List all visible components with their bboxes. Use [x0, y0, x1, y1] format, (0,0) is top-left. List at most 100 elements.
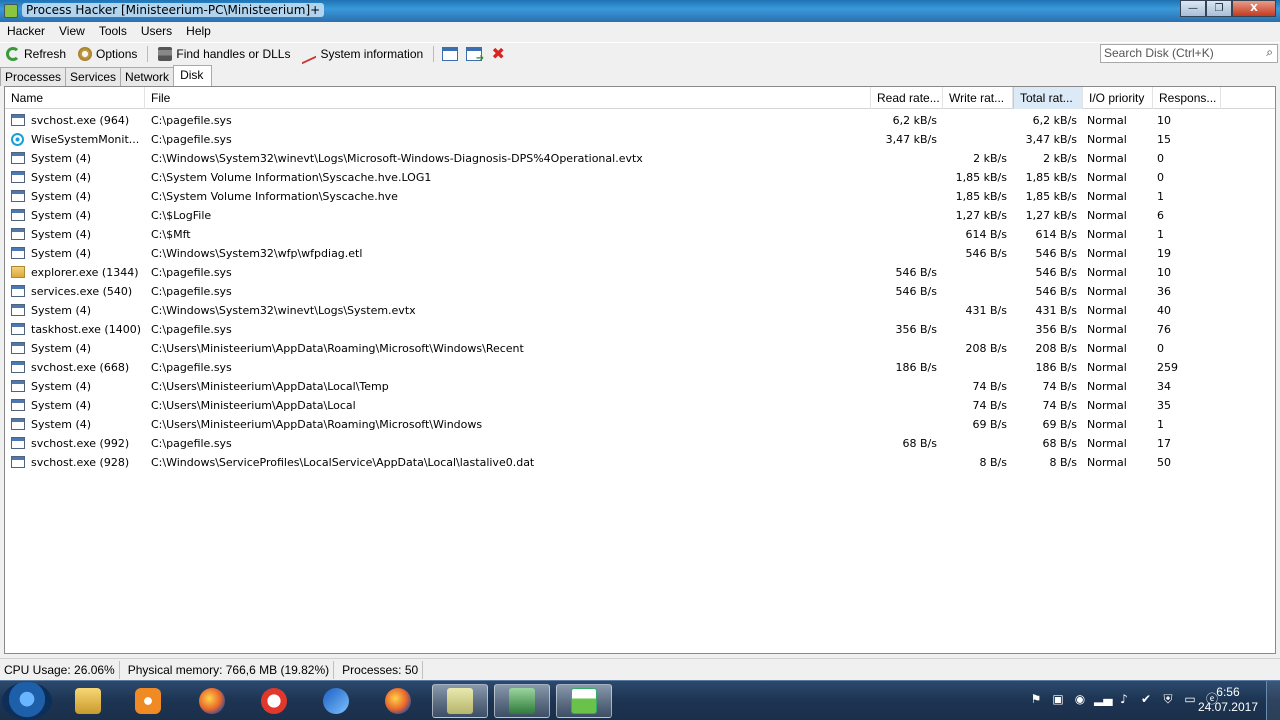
- row-name: System (4): [31, 209, 92, 222]
- disk-list[interactable]: Name File Read rate... Write rat... Tota…: [4, 86, 1276, 654]
- table-row[interactable]: services.exe (540) C:\pagefile.sys 546 B/s…: [5, 282, 1275, 301]
- window-icon: [11, 437, 25, 449]
- window-icon[interactable]: [442, 46, 459, 61]
- taskbar-explorer[interactable]: [60, 684, 116, 718]
- column-total-rate[interactable]: Total rat...: [1013, 87, 1083, 109]
- minimize-button[interactable]: —: [1180, 0, 1206, 17]
- physical-memory: Physical memory: 766,6 MB (19.82%): [124, 660, 335, 679]
- tab-services[interactable]: Services: [65, 67, 122, 86]
- table-row[interactable]: svchost.exe (928) C:\Windows\ServiceProfi…: [5, 453, 1275, 472]
- table-row[interactable]: WiseSystemMonit... C:\pagefile.sys 3,47 kB…: [5, 130, 1275, 149]
- system-tray: ⚑ ▣ ◉ ▂▄ ♪ ✔ ⛨ ▭ ⓔ: [1028, 691, 1220, 707]
- firefox-icon: [199, 688, 225, 714]
- taskbar-firefox-2[interactable]: [370, 684, 426, 718]
- window-icon: [11, 209, 25, 221]
- close-icon[interactable]: ✖: [490, 45, 506, 61]
- column-write-rate[interactable]: Write rat...: [943, 87, 1013, 109]
- taskbar-firefox[interactable]: [184, 684, 240, 718]
- table-row[interactable]: taskhost.exe (1400) C:\pagefile.sys 356 B/…: [5, 320, 1275, 339]
- column-file[interactable]: File: [145, 87, 871, 109]
- close-button[interactable]: X: [1232, 0, 1276, 17]
- table-row[interactable]: System (4) C:\Users\Ministeerium\AppData\…: [5, 415, 1275, 434]
- window-icon: [11, 171, 25, 183]
- menu-tools[interactable]: Tools: [92, 22, 134, 41]
- table-row[interactable]: System (4) C:\Users\Ministeerium\AppData\…: [5, 377, 1275, 396]
- taskbar-system-monitor[interactable]: [494, 684, 550, 718]
- row-io-priority: Normal: [1087, 342, 1127, 355]
- find-window-icon[interactable]: [466, 46, 484, 64]
- row-file: C:\pagefile.sys: [151, 323, 232, 336]
- row-io-priority: Normal: [1087, 133, 1127, 146]
- row-file: C:\Windows\System32\winevt\Logs\Microsof…: [151, 152, 643, 165]
- start-button[interactable]: [2, 682, 52, 720]
- system-information-button[interactable]: System information: [296, 43, 429, 64]
- menu-users[interactable]: Users: [134, 22, 179, 41]
- row-response: 10: [1157, 266, 1171, 279]
- table-row[interactable]: System (4) C:\Users\Ministeerium\AppData\…: [5, 396, 1275, 415]
- menu-hacker[interactable]: Hacker: [0, 22, 52, 41]
- column-header: Name File Read rate... Write rat... Tota…: [5, 87, 1275, 109]
- check-icon[interactable]: ✔: [1138, 691, 1154, 707]
- table-row[interactable]: System (4) C:\Windows\System32\winevt\Log…: [5, 301, 1275, 320]
- taskbar-media-player[interactable]: [120, 684, 176, 718]
- row-file: C:\Windows\System32\winevt\Logs\System.e…: [151, 304, 416, 317]
- tab-network[interactable]: Network: [120, 67, 175, 86]
- taskbar-process-hacker[interactable]: [556, 684, 612, 718]
- taskbar-opera[interactable]: [246, 684, 302, 718]
- table-row[interactable]: System (4) C:\Windows\System32\wfp\wfpdia…: [5, 244, 1275, 263]
- window-icon: [11, 342, 25, 354]
- toolbar-separator: [147, 45, 149, 62]
- table-row[interactable]: System (4) C:\Users\Ministeerium\AppData\…: [5, 339, 1275, 358]
- table-row[interactable]: System (4) C:\Windows\System32\winevt\Log…: [5, 149, 1275, 168]
- row-name: svchost.exe (964): [31, 114, 130, 127]
- clock[interactable]: 6:56 24.07.2017: [1198, 685, 1258, 715]
- tab-processes[interactable]: Processes: [0, 67, 67, 86]
- row-read-rate: 546 B/s: [895, 266, 937, 279]
- menu-help[interactable]: Help: [179, 22, 218, 41]
- column-response[interactable]: Respons...: [1153, 87, 1221, 109]
- row-name: System (4): [31, 190, 92, 203]
- volume-icon[interactable]: ♪: [1116, 691, 1132, 707]
- column-name[interactable]: Name: [5, 87, 145, 109]
- row-total-rate: 2 kB/s: [1043, 152, 1077, 165]
- network-signal-icon[interactable]: ▂▄: [1094, 691, 1112, 707]
- folder-icon: [75, 688, 101, 714]
- row-write-rate: [943, 130, 1013, 149]
- window-icon: [11, 361, 25, 373]
- row-response: 17: [1157, 437, 1171, 450]
- toolbar-separator: [433, 45, 435, 62]
- flag-icon[interactable]: ⚑: [1028, 691, 1044, 707]
- refresh-label: Refresh: [24, 46, 67, 61]
- shield-icon[interactable]: ⛨: [1160, 691, 1176, 707]
- table-row[interactable]: System (4) C:\$LogFile 1,27 kB/s 1,27 kB/s N…: [5, 206, 1275, 225]
- taskbar-thunderbird[interactable]: [308, 684, 364, 718]
- table-row[interactable]: explorer.exe (1344) C:\pagefile.sys 546 B/…: [5, 263, 1275, 282]
- wise-monitor-icon[interactable]: ◉: [1072, 691, 1088, 707]
- column-read-rate[interactable]: Read rate...: [871, 87, 943, 109]
- options-button[interactable]: Options: [72, 44, 143, 64]
- table-row[interactable]: svchost.exe (964) C:\pagefile.sys 6,2 kB/s…: [5, 111, 1275, 130]
- find-handles-label: Find handles or DLLs: [176, 46, 291, 61]
- maximize-button[interactable]: ❐: [1206, 0, 1232, 17]
- table-row[interactable]: svchost.exe (668) C:\pagefile.sys 186 B/s 1…: [5, 358, 1275, 377]
- screen-icon[interactable]: ▭: [1182, 691, 1198, 707]
- row-name: taskhost.exe (1400): [31, 323, 141, 336]
- find-handles-button[interactable]: Find handles or DLLs: [152, 44, 296, 64]
- menu-view[interactable]: View: [52, 22, 92, 41]
- device-icon[interactable]: ▣: [1050, 691, 1066, 707]
- show-desktop-button[interactable]: [1266, 681, 1280, 720]
- search-input[interactable]: Search Disk (Ctrl+K) ⌕: [1100, 44, 1278, 63]
- taskbar-notes[interactable]: [432, 684, 488, 718]
- row-io-priority: Normal: [1087, 380, 1127, 393]
- row-read-rate: [871, 415, 943, 434]
- table-row[interactable]: System (4) C:\$Mft 614 B/s 614 B/s Normal 1: [5, 225, 1275, 244]
- refresh-button[interactable]: Refresh: [0, 44, 72, 64]
- tab-disk[interactable]: Disk: [173, 65, 213, 86]
- row-response: 50: [1157, 456, 1171, 469]
- column-io-priority[interactable]: I/O priority: [1083, 87, 1153, 109]
- table-row[interactable]: svchost.exe (992) C:\pagefile.sys 68 B/s 68…: [5, 434, 1275, 453]
- table-row[interactable]: System (4) C:\System Volume Information\S…: [5, 168, 1275, 187]
- table-row[interactable]: System (4) C:\System Volume Information\S…: [5, 187, 1275, 206]
- row-name: svchost.exe (668): [31, 361, 130, 374]
- row-io-priority: Normal: [1087, 418, 1127, 431]
